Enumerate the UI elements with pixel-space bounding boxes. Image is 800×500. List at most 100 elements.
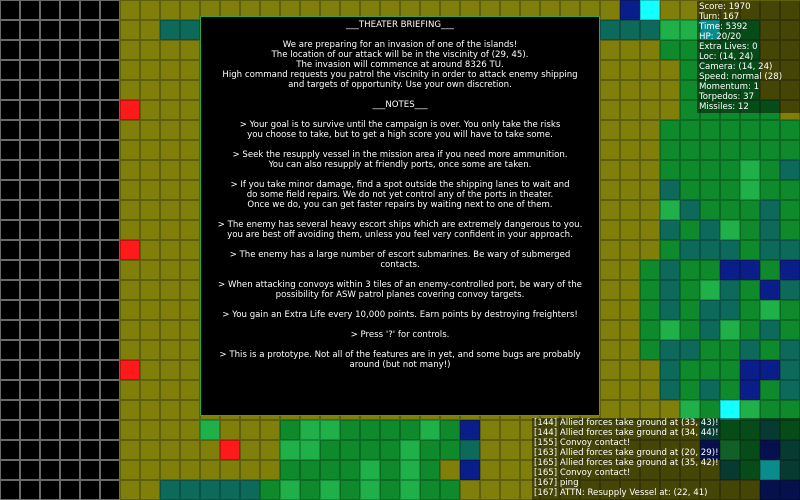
sea-tile[interactable]	[280, 460, 300, 480]
shallows-tile[interactable]	[160, 260, 180, 280]
shallows-tile[interactable]	[640, 120, 660, 140]
shallows-tile[interactable]	[640, 160, 660, 180]
shallows-tile[interactable]	[140, 120, 160, 140]
shallows-tile[interactable]	[200, 440, 220, 460]
teal-tile[interactable]	[660, 180, 680, 200]
sea-tile[interactable]	[720, 160, 740, 180]
deep-water-tile[interactable]	[100, 260, 120, 280]
deep-water-tile[interactable]	[40, 200, 60, 220]
sea-tile[interactable]	[260, 480, 280, 500]
deep-water-tile[interactable]	[60, 360, 80, 380]
deep-water-tile[interactable]	[0, 220, 20, 240]
shallows-tile[interactable]	[620, 260, 640, 280]
teal-tile[interactable]	[760, 240, 780, 260]
shallows-tile[interactable]	[180, 180, 200, 200]
deep-water-tile[interactable]	[40, 480, 60, 500]
deep-water-tile[interactable]	[40, 60, 60, 80]
shallows-tile[interactable]	[640, 360, 660, 380]
deep-water-tile[interactable]	[80, 420, 100, 440]
navy-tile[interactable]	[740, 260, 760, 280]
sea-tile[interactable]	[320, 440, 340, 460]
shallows-tile[interactable]	[600, 340, 620, 360]
deep-water-tile[interactable]	[20, 400, 40, 420]
deep-water-tile[interactable]	[40, 0, 60, 20]
teal-tile[interactable]	[780, 360, 800, 380]
shallows-tile[interactable]	[120, 320, 140, 340]
deep-water-tile[interactable]	[100, 180, 120, 200]
deep-water-tile[interactable]	[60, 160, 80, 180]
teal-tile[interactable]	[700, 240, 720, 260]
shallows-tile[interactable]	[140, 40, 160, 60]
shallows-tile[interactable]	[600, 280, 620, 300]
teal-tile[interactable]	[700, 320, 720, 340]
shallows-tile[interactable]	[180, 240, 200, 260]
sea-tile[interactable]	[700, 120, 720, 140]
sea-tile[interactable]	[680, 360, 700, 380]
deep-water-tile[interactable]	[100, 380, 120, 400]
deep-water-tile[interactable]	[20, 0, 40, 20]
shallows-tile[interactable]	[640, 100, 660, 120]
shallows-tile[interactable]	[640, 60, 660, 80]
shallows-tile[interactable]	[120, 300, 140, 320]
deep-water-tile[interactable]	[80, 280, 100, 300]
sea-tile[interactable]	[360, 420, 380, 440]
shallows-tile[interactable]	[640, 40, 660, 60]
sea-tile[interactable]	[700, 400, 720, 420]
sea-tile[interactable]	[720, 360, 740, 380]
deep-water-tile[interactable]	[80, 340, 100, 360]
shallows-tile[interactable]	[120, 440, 140, 460]
shallows-tile[interactable]	[620, 320, 640, 340]
shallows-tile[interactable]	[140, 420, 160, 440]
deep-water-tile[interactable]	[60, 0, 80, 20]
shallows-tile[interactable]	[600, 180, 620, 200]
shallows-tile[interactable]	[140, 300, 160, 320]
deep-water-tile[interactable]	[0, 380, 20, 400]
deep-water-tile[interactable]	[100, 320, 120, 340]
sea-tile[interactable]	[680, 160, 700, 180]
shallows-tile[interactable]	[180, 100, 200, 120]
deep-water-tile[interactable]	[60, 200, 80, 220]
teal-tile[interactable]	[620, 20, 640, 40]
navy-tile[interactable]	[760, 360, 780, 380]
shallows-tile[interactable]	[640, 80, 660, 100]
teal-tile[interactable]	[240, 480, 260, 500]
shallows-tile[interactable]	[120, 220, 140, 240]
deep-water-tile[interactable]	[60, 80, 80, 100]
shallows-tile[interactable]	[440, 460, 460, 480]
deep-water-tile[interactable]	[0, 80, 20, 100]
light-sea-tile[interactable]	[320, 480, 340, 500]
sea-tile[interactable]	[780, 320, 800, 340]
shallows-tile[interactable]	[180, 280, 200, 300]
deep-water-tile[interactable]	[60, 440, 80, 460]
sea-tile[interactable]	[300, 460, 320, 480]
light-sea-tile[interactable]	[360, 460, 380, 480]
deep-water-tile[interactable]	[80, 160, 100, 180]
sea-tile[interactable]	[340, 460, 360, 480]
sea-tile[interactable]	[740, 220, 760, 240]
shallows-tile[interactable]	[120, 80, 140, 100]
deep-water-tile[interactable]	[60, 420, 80, 440]
deep-water-tile[interactable]	[60, 140, 80, 160]
shallows-tile[interactable]	[240, 460, 260, 480]
light-sea-tile[interactable]	[660, 320, 680, 340]
light-sea-tile[interactable]	[360, 480, 380, 500]
sea-tile[interactable]	[780, 400, 800, 420]
deep-water-tile[interactable]	[80, 200, 100, 220]
shallows-tile[interactable]	[140, 180, 160, 200]
shallows-tile[interactable]	[620, 300, 640, 320]
deep-water-tile[interactable]	[40, 140, 60, 160]
shallows-tile[interactable]	[600, 320, 620, 340]
deep-water-tile[interactable]	[40, 120, 60, 140]
deep-water-tile[interactable]	[40, 360, 60, 380]
deep-water-tile[interactable]	[20, 420, 40, 440]
shallows-tile[interactable]	[460, 480, 480, 500]
deep-water-tile[interactable]	[60, 260, 80, 280]
shallows-tile[interactable]	[140, 280, 160, 300]
deep-water-tile[interactable]	[60, 300, 80, 320]
shallows-tile[interactable]	[120, 280, 140, 300]
sea-tile[interactable]	[300, 480, 320, 500]
shallows-tile[interactable]	[600, 40, 620, 60]
shallows-tile[interactable]	[480, 480, 500, 500]
sea-tile[interactable]	[660, 120, 680, 140]
deep-water-tile[interactable]	[0, 400, 20, 420]
